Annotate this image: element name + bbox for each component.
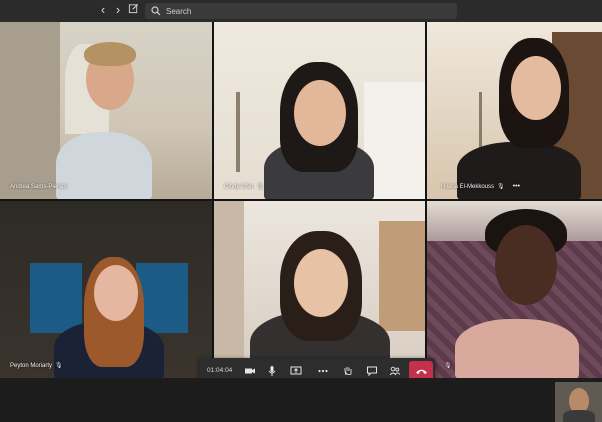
microphone-icon: 🎙 [256, 184, 264, 190]
more-actions-button[interactable] [316, 363, 330, 379]
bottom-strip [0, 378, 602, 422]
participant-name: Hilana El-Mekkouss 🎙 ••• [441, 183, 521, 190]
lamp [236, 92, 240, 172]
microphone-icon: 🎙 [497, 184, 505, 190]
search-placeholder: Search [166, 6, 192, 16]
raise-hand-icon [344, 367, 352, 376]
chat-icon [367, 366, 377, 377]
self-view-video[interactable] [555, 382, 602, 422]
participant-name: Peyton Moriarty 🎙 [10, 363, 63, 369]
share-screen-button[interactable] [289, 363, 303, 379]
participant-name: Cindy Chin 🎙 [224, 184, 264, 190]
search-icon [151, 6, 161, 16]
camera-button[interactable] [243, 363, 257, 379]
participant-tile[interactable]: Peyton Moriarty 🎙 [0, 201, 212, 378]
curtain-left [30, 263, 82, 333]
doorframe [379, 221, 425, 331]
raise-hand-button[interactable] [341, 363, 355, 379]
microphone-icon [268, 366, 276, 376]
more-icon [318, 369, 328, 373]
microphone-icon: 🎙 [444, 363, 452, 369]
doorway [0, 22, 60, 199]
share-screen-icon [290, 366, 302, 375]
microphone-icon: 🎙 [55, 363, 63, 369]
participant-face [94, 265, 138, 321]
self-body [563, 410, 595, 422]
participant-face [495, 225, 557, 305]
video-grid: Andrea Sams-Piersol Cindy Chin 🎙 Hilana E… [0, 22, 602, 384]
participant-tile[interactable] [214, 201, 425, 378]
more-options-icon[interactable]: ••• [513, 183, 520, 190]
participants-button[interactable] [388, 363, 402, 379]
chevron-left-icon[interactable]: ‹ [96, 3, 110, 17]
participant-name: 🎙 [441, 362, 452, 369]
participant-name: Andrea Sams-Piersol [10, 184, 67, 190]
participant-face [294, 249, 348, 317]
compose-icon[interactable] [126, 3, 140, 17]
call-timer: 01:04:04 [207, 367, 233, 374]
participant-hair [84, 42, 136, 66]
participants-icon [389, 366, 401, 376]
participant-body [457, 142, 581, 199]
microphone-button[interactable] [265, 363, 279, 379]
title-bar: ‹ › Search [0, 0, 602, 22]
participant-face [511, 56, 561, 120]
participant-body [56, 132, 152, 199]
participant-tile[interactable]: Hilana El-Mekkouss 🎙 ••• [427, 22, 602, 199]
camera-icon [245, 368, 255, 374]
hang-up-icon [415, 369, 427, 374]
participant-face [294, 80, 346, 146]
search-input[interactable]: Search [145, 3, 457, 19]
chevron-right-icon[interactable]: › [111, 3, 125, 17]
participant-body [455, 319, 579, 378]
participant-tile[interactable]: Andrea Sams-Piersol [0, 22, 212, 199]
participant-tile[interactable]: Cindy Chin 🎙 [214, 22, 425, 199]
wall-shadow [214, 201, 244, 378]
participant-tile[interactable]: 🎙 [427, 201, 602, 378]
chat-button[interactable] [365, 363, 379, 379]
